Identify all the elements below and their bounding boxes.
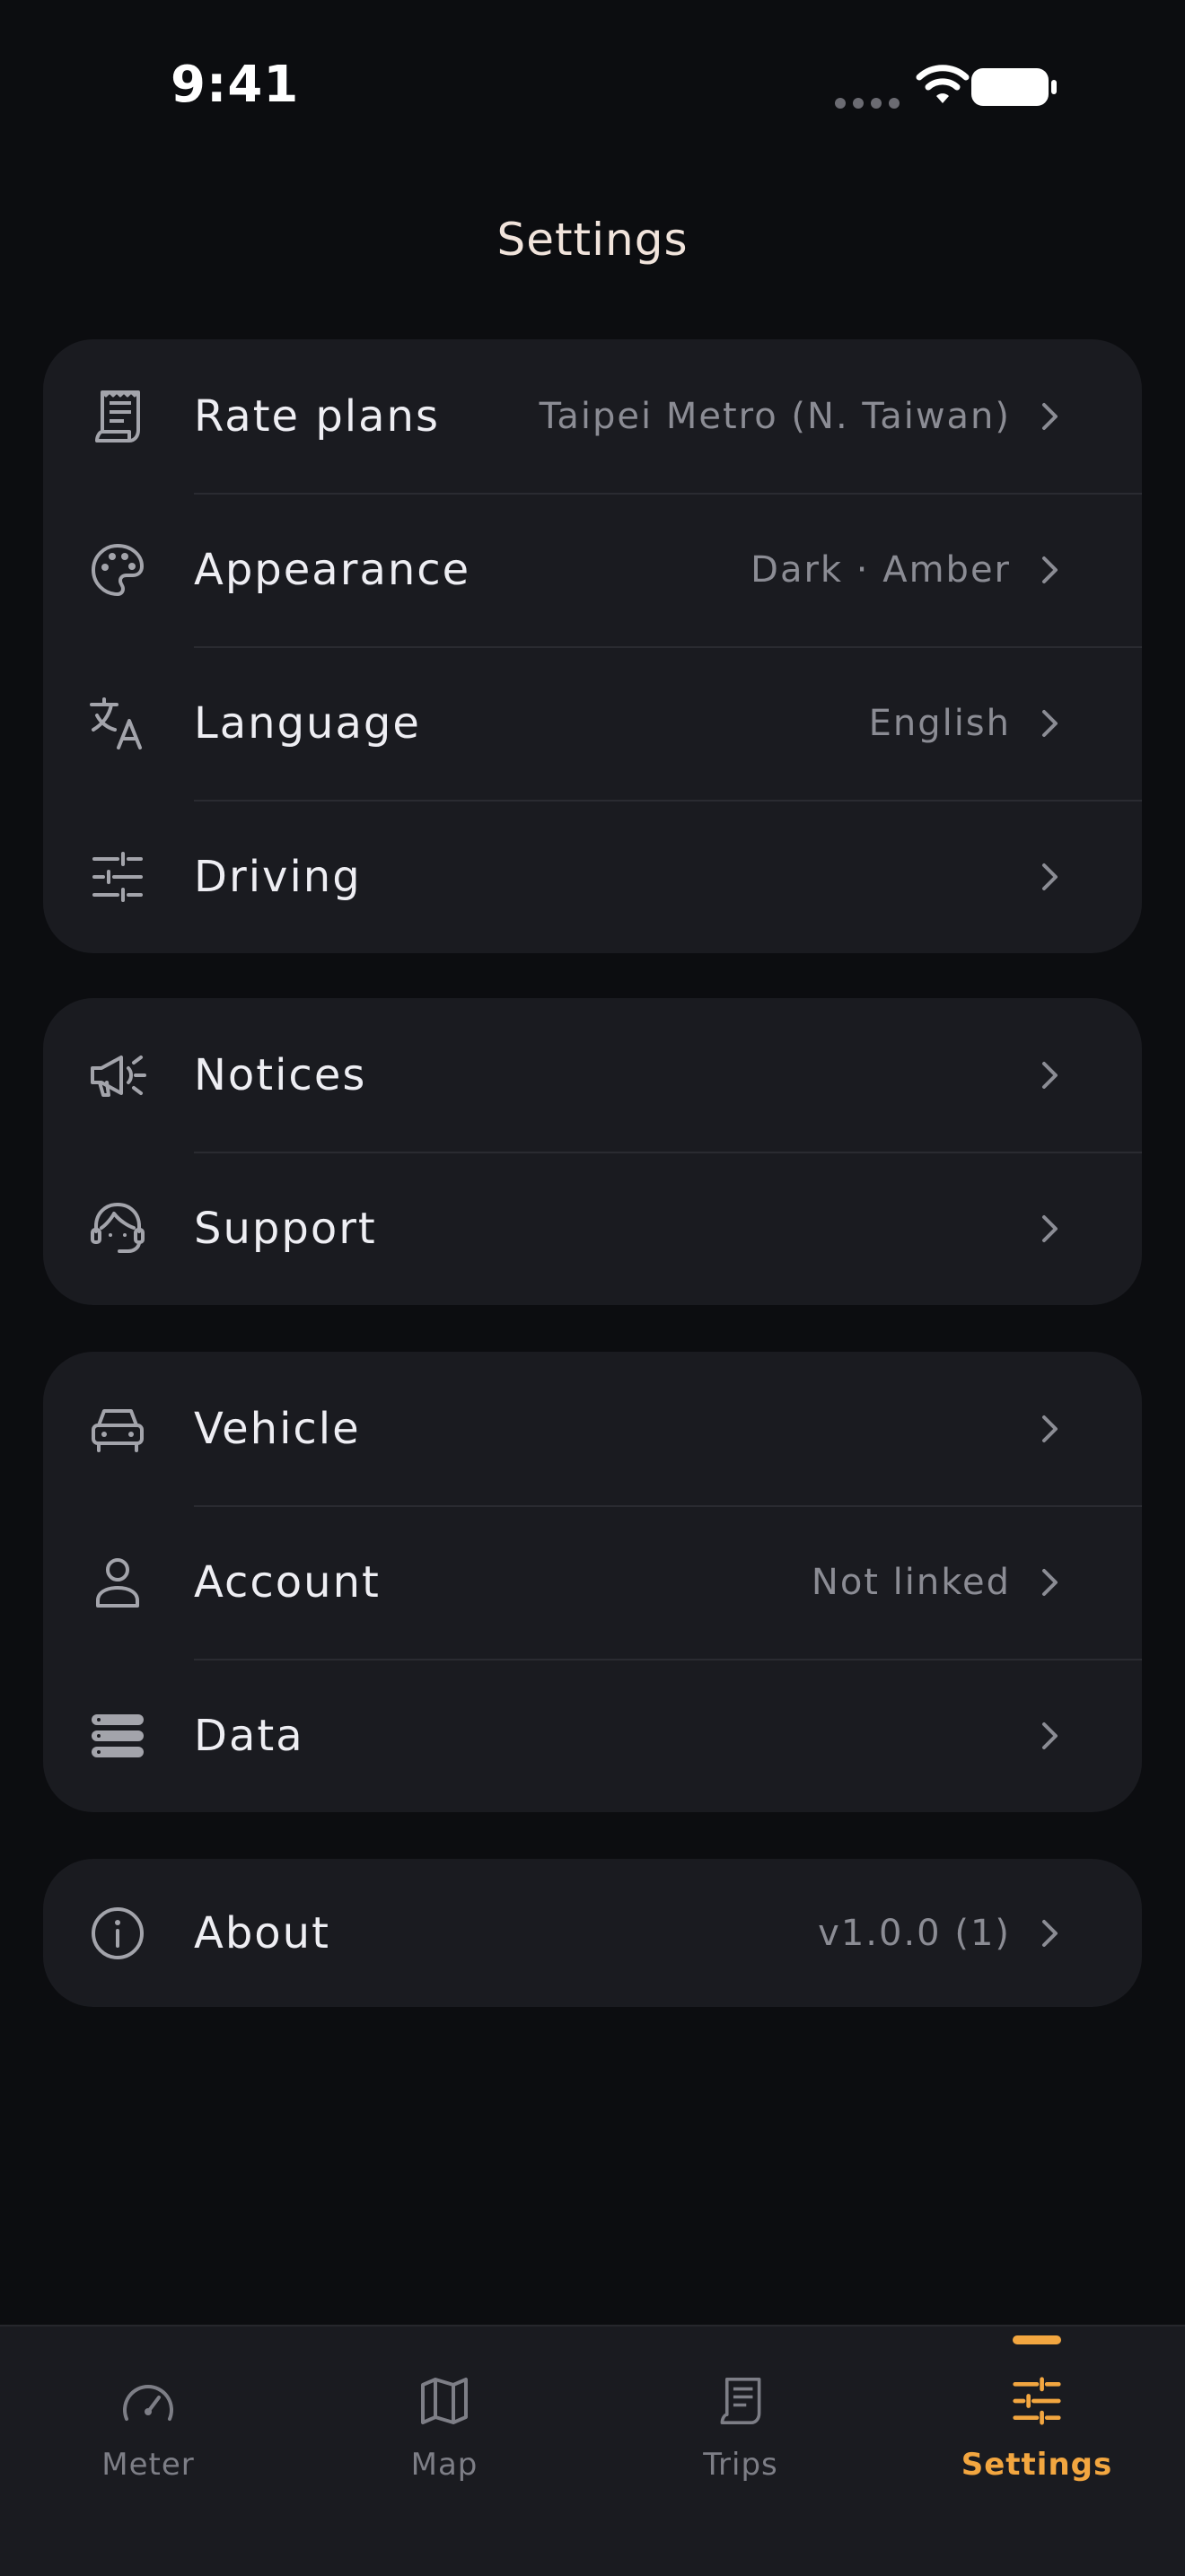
tab-label: Trips bbox=[703, 2447, 778, 2483]
settings-row-value: Not linked bbox=[811, 1561, 1011, 1603]
chevron-right-icon bbox=[1042, 1568, 1058, 1596]
tab-meter[interactable]: Meter bbox=[0, 2326, 296, 2576]
settings-row-label: Vehicle bbox=[194, 1403, 361, 1454]
sliders-icon bbox=[88, 847, 147, 907]
settings-row-rate-plans[interactable]: Rate plans Taipei Metro (N. Taiwan) bbox=[43, 339, 1142, 493]
tab-label: Meter bbox=[101, 2447, 195, 2483]
settings-row-value: Taipei Metro (N. Taiwan) bbox=[539, 395, 1011, 437]
settings-row-appearance[interactable]: Appearance Dark · Amber bbox=[43, 493, 1142, 646]
tab-settings[interactable]: Settings bbox=[889, 2326, 1185, 2576]
bottom-tab-bar: Meter Map Trips Settings bbox=[0, 2325, 1185, 2576]
cellular-signal-icon bbox=[835, 95, 907, 112]
settings-row-vehicle[interactable]: Vehicle bbox=[43, 1352, 1142, 1505]
chevron-right-icon bbox=[1042, 1415, 1058, 1442]
settings-row-data[interactable]: Data bbox=[43, 1659, 1142, 1812]
chevron-right-icon bbox=[1042, 709, 1058, 737]
chevron-right-icon bbox=[1042, 1722, 1058, 1749]
settings-row-label: Driving bbox=[194, 851, 362, 902]
settings-row-account[interactable]: Account Not linked bbox=[43, 1505, 1142, 1659]
database-icon bbox=[88, 1706, 147, 1766]
megaphone-icon bbox=[88, 1046, 147, 1105]
settings-row-label: Support bbox=[194, 1203, 377, 1254]
chevron-right-icon bbox=[1042, 1214, 1058, 1242]
settings-row-label: Account bbox=[194, 1556, 381, 1608]
tab-trips[interactable]: Trips bbox=[592, 2326, 889, 2576]
receipt-icon bbox=[88, 387, 147, 446]
status-time: 9:41 bbox=[171, 56, 300, 114]
settings-group-account: Vehicle Account Not linked Data bbox=[43, 1352, 1142, 1812]
settings-row-label: Appearance bbox=[194, 544, 471, 595]
settings-row-language[interactable]: Language English bbox=[43, 646, 1142, 800]
page-title: Settings bbox=[496, 214, 689, 266]
settings-row-notices[interactable]: Notices bbox=[43, 998, 1142, 1152]
settings-row-value: English bbox=[868, 702, 1011, 744]
chevron-right-icon bbox=[1042, 1061, 1058, 1089]
translate-icon bbox=[88, 694, 147, 753]
settings-group-about: About v1.0.0 (1) bbox=[43, 1859, 1142, 2007]
settings-row-driving[interactable]: Driving bbox=[43, 800, 1142, 953]
info-icon bbox=[88, 1904, 147, 1963]
chevron-right-icon bbox=[1042, 402, 1058, 430]
map-icon bbox=[415, 2371, 474, 2431]
battery-icon bbox=[971, 68, 1057, 106]
tab-label: Map bbox=[410, 2447, 478, 2483]
settings-row-label: Data bbox=[194, 1710, 304, 1761]
settings-row-value: v1.0.0 (1) bbox=[818, 1912, 1011, 1954]
tab-label: Settings bbox=[961, 2447, 1113, 2483]
wifi-icon bbox=[916, 65, 970, 103]
settings-row-label: Rate plans bbox=[194, 390, 440, 442]
headset-icon bbox=[88, 1199, 147, 1258]
settings-row-label: About bbox=[194, 1907, 330, 1958]
chevron-right-icon bbox=[1042, 556, 1058, 583]
active-tab-indicator bbox=[1013, 2335, 1061, 2344]
settings-row-support[interactable]: Support bbox=[43, 1152, 1142, 1305]
settings-row-label: Language bbox=[194, 697, 421, 749]
settings-row-label: Notices bbox=[194, 1049, 367, 1100]
settings-row-value: Dark · Amber bbox=[750, 548, 1011, 591]
chevron-right-icon bbox=[1042, 1919, 1058, 1947]
status-icons bbox=[835, 63, 1077, 113]
settings-group-help: Notices Support bbox=[43, 998, 1142, 1305]
sliders-icon bbox=[1007, 2371, 1066, 2431]
person-icon bbox=[88, 1553, 147, 1612]
car-icon bbox=[88, 1399, 147, 1459]
speedometer-icon bbox=[118, 2371, 178, 2431]
settings-group-general: Rate plans Taipei Metro (N. Taiwan) Appe… bbox=[43, 339, 1142, 953]
status-bar: 9:41 bbox=[0, 0, 1185, 171]
settings-row-about[interactable]: About v1.0.0 (1) bbox=[43, 1859, 1142, 2007]
palette-icon bbox=[88, 540, 147, 600]
tab-map[interactable]: Map bbox=[296, 2326, 592, 2576]
receipt-icon bbox=[711, 2371, 770, 2431]
chevron-right-icon bbox=[1042, 863, 1058, 890]
